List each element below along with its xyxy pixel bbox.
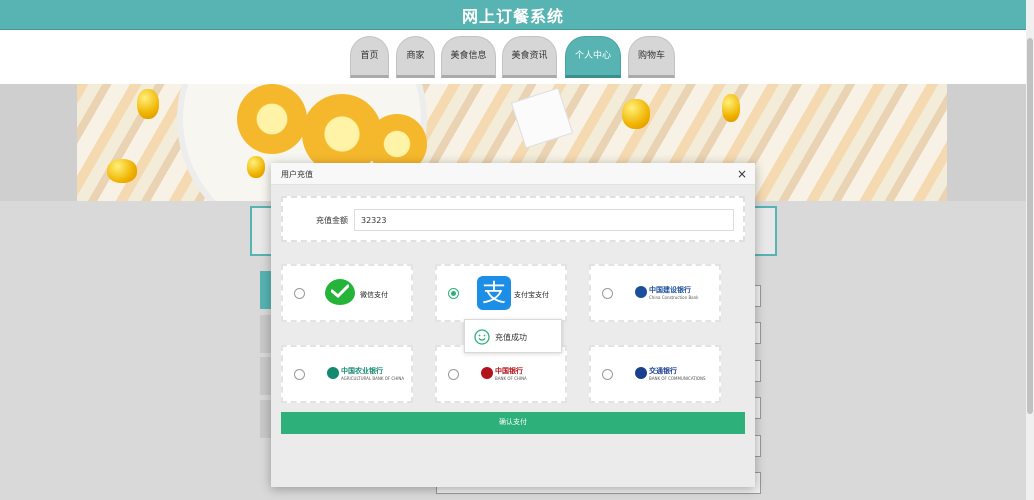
payment-option-alipay[interactable]: 支 支付宝支付 [435, 264, 567, 322]
bocom-logo-icon [635, 367, 647, 379]
bank-subtitle: BANK OF CHINA [495, 376, 527, 381]
amount-section: 充值金额 [281, 196, 745, 242]
radio-bocom[interactable] [602, 369, 613, 380]
nav-tab-food-news[interactable]: 美食资讯 [502, 36, 557, 78]
nav-tab-merchants[interactable]: 商家 [396, 36, 435, 78]
confirm-payment-button[interactable]: 确认支付 [281, 412, 745, 434]
nav-tab-home[interactable]: 首页 [350, 36, 389, 78]
alipay-icon: 支 [477, 276, 511, 310]
recharge-dialog: 用户充值 × 充值金额 微信支付 支 支付宝支付 中国建设银行 China Co… [271, 163, 755, 487]
bank-name: 中国建设银行 [649, 285, 691, 294]
scrollbar-thumb[interactable] [1027, 38, 1033, 414]
banner-fruit [722, 94, 740, 122]
top-header-bar: 网上订餐系统 [0, 0, 1026, 30]
banner-fruit [137, 89, 159, 119]
bank-subtitle: China Construction Bank [649, 295, 699, 300]
bank-subtitle: BANK OF COMMUNICATIONS [649, 376, 706, 381]
abc-logo-icon [327, 367, 339, 379]
payment-option-abc[interactable]: 中国农业银行 AGRICULTURAL BANK OF CHINA [281, 345, 413, 403]
nav-tab-food-info[interactable]: 美食信息 [441, 36, 496, 78]
bank-name: 中国农业银行 [341, 366, 383, 375]
success-toast: 充值成功 [464, 319, 562, 353]
banner-fruit [107, 159, 137, 183]
nav-tab-cart[interactable]: 购物车 [628, 36, 675, 78]
page-scrollbar[interactable] [1026, 0, 1034, 500]
dialog-title: 用户充值 [281, 170, 313, 179]
wechat-pay-icon [325, 279, 355, 305]
payment-label: 支付宝支付 [514, 291, 549, 299]
bank-name: 交通银行 [649, 366, 677, 375]
site-title: 网上订餐系统 [461, 7, 564, 26]
radio-ccb[interactable] [602, 288, 613, 299]
toast-message: 充值成功 [495, 333, 527, 342]
banner-card [510, 87, 574, 149]
smile-icon [474, 329, 490, 349]
bank-subtitle: AGRICULTURAL BANK OF CHINA [341, 376, 405, 381]
radio-boc[interactable] [448, 369, 459, 380]
payment-option-boc[interactable]: 中国银行 BANK OF CHINA [435, 345, 567, 403]
banner-lemon-slice [237, 84, 307, 154]
payment-label: 微信支付 [360, 291, 388, 299]
main-nav: 首页 商家 美食信息 美食资讯 个人中心 购物车 [0, 30, 1026, 84]
nav-tab-personal-center[interactable]: 个人中心 [565, 36, 621, 78]
radio-alipay[interactable] [448, 288, 459, 299]
amount-label: 充值金额 [316, 216, 348, 225]
payment-option-bocom[interactable]: 交通银行 BANK OF COMMUNICATIONS [589, 345, 721, 403]
bank-name: 中国银行 [495, 366, 523, 375]
payment-option-ccb[interactable]: 中国建设银行 China Construction Bank [589, 264, 721, 322]
radio-abc[interactable] [294, 369, 305, 380]
banner-fruit [622, 99, 650, 129]
radio-wechat[interactable] [294, 288, 305, 299]
amount-input[interactable] [354, 209, 734, 231]
close-icon[interactable]: × [737, 166, 747, 182]
boc-logo-icon [481, 367, 493, 379]
payment-option-wechat[interactable]: 微信支付 [281, 264, 413, 322]
banner-fruit [247, 156, 265, 178]
dialog-header: 用户充值 × [271, 163, 755, 185]
ccb-logo-icon [635, 286, 647, 298]
